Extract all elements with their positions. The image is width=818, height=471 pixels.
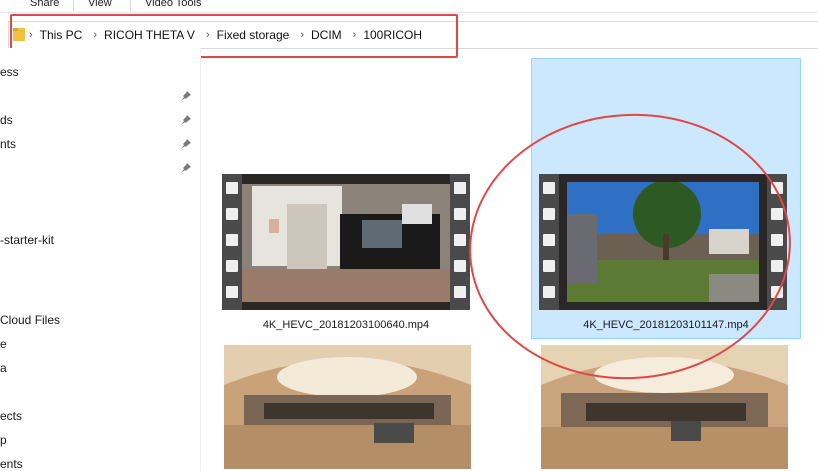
pin-icon[interactable] [180,90,192,102]
navigation-pane: ess ds nts -starter-kit Cloud Files e a … [0,48,201,471]
ribbon-separator [130,0,131,11]
file-name-label[interactable]: 4K_HEVC_20181203100640.mp4 [226,319,466,331]
filmstrip-right [450,174,470,310]
nav-item[interactable]: ds [0,113,13,127]
nav-item[interactable]: ents [0,457,23,471]
pin-icon[interactable] [180,138,192,150]
nav-item[interactable]: ects [0,409,22,423]
ribbon-separator [73,0,74,11]
nav-item[interactable]: ess [0,65,19,79]
ribbon: Share View Video Tools [0,0,818,13]
nav-item[interactable]: nts [0,137,16,151]
pin-icon[interactable] [180,162,192,174]
pin-icon[interactable] [180,114,192,126]
image-thumbnail[interactable] [224,345,471,469]
nav-item[interactable]: -starter-kit [0,233,54,247]
video-frame-image [242,174,450,310]
nav-item[interactable]: Cloud Files [0,313,60,327]
nav-item[interactable]: a [0,361,7,375]
ribbon-tab-view[interactable]: View [88,0,112,9]
nav-item[interactable]: e [0,337,7,351]
filmstrip-left [222,174,242,310]
ribbon-tab-video-tools[interactable]: Video Tools [145,0,201,9]
nav-item[interactable]: p [0,433,7,447]
ribbon-tab-share[interactable]: Share [30,0,59,9]
video-thumbnail[interactable] [222,174,470,310]
